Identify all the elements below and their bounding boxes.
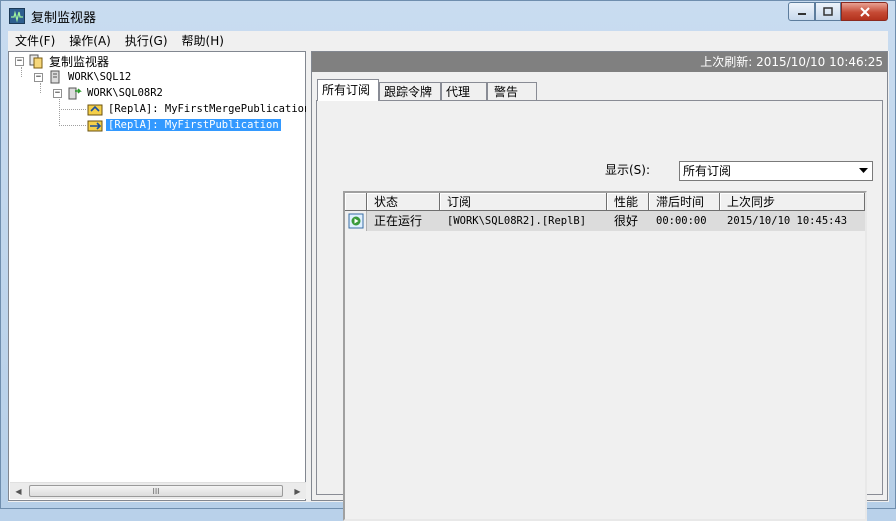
close-button[interactable] — [841, 2, 888, 21]
title-bar[interactable]: 复制监视器 — [1, 1, 895, 31]
subscriptions-grid[interactable]: 状态 订阅 性能 滞后时间 上次同步 正在运行 [WORK\SQL08R2].[… — [343, 191, 867, 521]
scroll-thumb[interactable]: III — [29, 485, 283, 497]
tree-label-publisher: WORK\SQL08R2 — [87, 87, 163, 99]
cell-status: 正在运行 — [374, 214, 423, 228]
tab-strip: 所有订阅 跟踪令牌 代理 警告 — [317, 79, 538, 101]
horizontal-scrollbar[interactable]: ◀ III ▶ — [10, 482, 306, 499]
tree-node-root[interactable]: − 复制监视器 — [15, 53, 111, 69]
tree-label-root: 复制监视器 — [49, 54, 110, 69]
cell-latency: 00:00:00 — [656, 215, 707, 227]
minimize-icon — [797, 12, 806, 15]
cell-last-sync: 2015/10/10 10:45:43 — [727, 215, 848, 227]
minimize-button[interactable] — [788, 2, 815, 21]
chevron-down-icon[interactable] — [855, 162, 872, 180]
tab-panel: 显示(S): 所有订阅 状态 订阅 性能 滞后时间 上次同步 正在运行 [WOR… — [316, 100, 883, 521]
display-filter-label: 显示(S): — [605, 163, 651, 177]
cell-performance: 很好 — [614, 214, 639, 228]
column-header-subscription[interactable]: 订阅 — [440, 193, 607, 211]
publisher-tree[interactable]: − 复制监视器 − WORK\SQL12 − WORK\SQL08R2 [Rep… — [8, 51, 310, 501]
column-header-last-sync[interactable]: 上次同步 — [720, 193, 865, 211]
display-filter-value: 所有订阅 — [683, 164, 732, 178]
tree-node-merge-publication[interactable]: [ReplA]: MyFirstMergePublication — [87, 101, 312, 117]
tree-node-server[interactable]: − WORK\SQL12 — [34, 69, 133, 85]
details-pane: 上次刷新: 2015/10/10 10:46:25 所有订阅 跟踪令牌 代理 警… — [311, 51, 888, 521]
column-header-status[interactable]: 状态 — [367, 193, 440, 211]
maximize-button[interactable] — [815, 2, 841, 21]
menu-action[interactable]: 操作(A) — [62, 31, 118, 51]
menu-bar: 文件(F) 操作(A) 执行(G) 帮助(H) — [8, 31, 888, 51]
tree-label-server: WORK\SQL12 — [68, 71, 132, 83]
close-icon — [859, 6, 870, 17]
tree-node-publisher[interactable]: − WORK\SQL08R2 — [53, 85, 165, 101]
replication-monitor-icon — [9, 8, 25, 24]
menu-go[interactable]: 执行(G) — [118, 31, 175, 51]
cell-subscription: [WORK\SQL08R2].[ReplB] — [447, 215, 587, 227]
collapse-toggle[interactable]: − — [53, 88, 62, 98]
tree-node-publication[interactable]: [ReplA]: MyFirstPublication — [87, 117, 281, 133]
collapse-toggle[interactable]: − — [15, 56, 24, 66]
grid-header-icon-col — [345, 193, 367, 211]
tree-label-merge-publication: [ReplA]: MyFirstMergePublication — [108, 103, 311, 115]
scroll-thumb-grip: III — [152, 486, 160, 496]
column-header-latency[interactable]: 滞后时间 — [649, 193, 720, 211]
menu-file[interactable]: 文件(F) — [8, 31, 62, 51]
running-status-icon — [345, 211, 367, 231]
column-header-performance[interactable]: 性能 — [607, 193, 649, 211]
server-icon — [47, 69, 63, 85]
menu-help[interactable]: 帮助(H) — [175, 31, 231, 51]
tab-warnings[interactable]: 警告 — [487, 82, 538, 101]
window-title: 复制监视器 — [31, 11, 97, 26]
tab-agents[interactable]: 代理 — [441, 82, 488, 101]
table-row[interactable]: 正在运行 [WORK\SQL08R2].[ReplB] 很好 00:00:00 … — [345, 211, 865, 231]
merge-publication-icon — [87, 101, 103, 117]
last-refresh-status: 上次刷新: 2015/10/10 10:46:25 — [312, 52, 887, 72]
tab-tracer-tokens[interactable]: 跟踪令牌 — [379, 82, 442, 101]
scroll-left-button[interactable]: ◀ — [10, 483, 27, 499]
tree-label-publication-selected: [ReplA]: MyFirstPublication — [106, 119, 281, 131]
maximize-icon — [823, 6, 833, 16]
display-filter-select[interactable]: 所有订阅 — [679, 161, 873, 181]
grid-header: 状态 订阅 性能 滞后时间 上次同步 — [345, 193, 865, 211]
publisher-icon — [66, 85, 82, 101]
transactional-publication-icon — [87, 117, 103, 133]
tab-all-subscriptions[interactable]: 所有订阅 — [317, 79, 380, 101]
scroll-right-button[interactable]: ▶ — [289, 483, 306, 499]
client-area: − 复制监视器 − WORK\SQL12 − WORK\SQL08R2 [Rep… — [8, 51, 889, 521]
replication-monitor-node-icon — [28, 53, 44, 69]
collapse-toggle[interactable]: − — [34, 72, 43, 82]
main-window: 复制监视器 文件(F) 操作(A) 执行(G) 帮助(H) − 复制监视器 − … — [0, 0, 896, 521]
